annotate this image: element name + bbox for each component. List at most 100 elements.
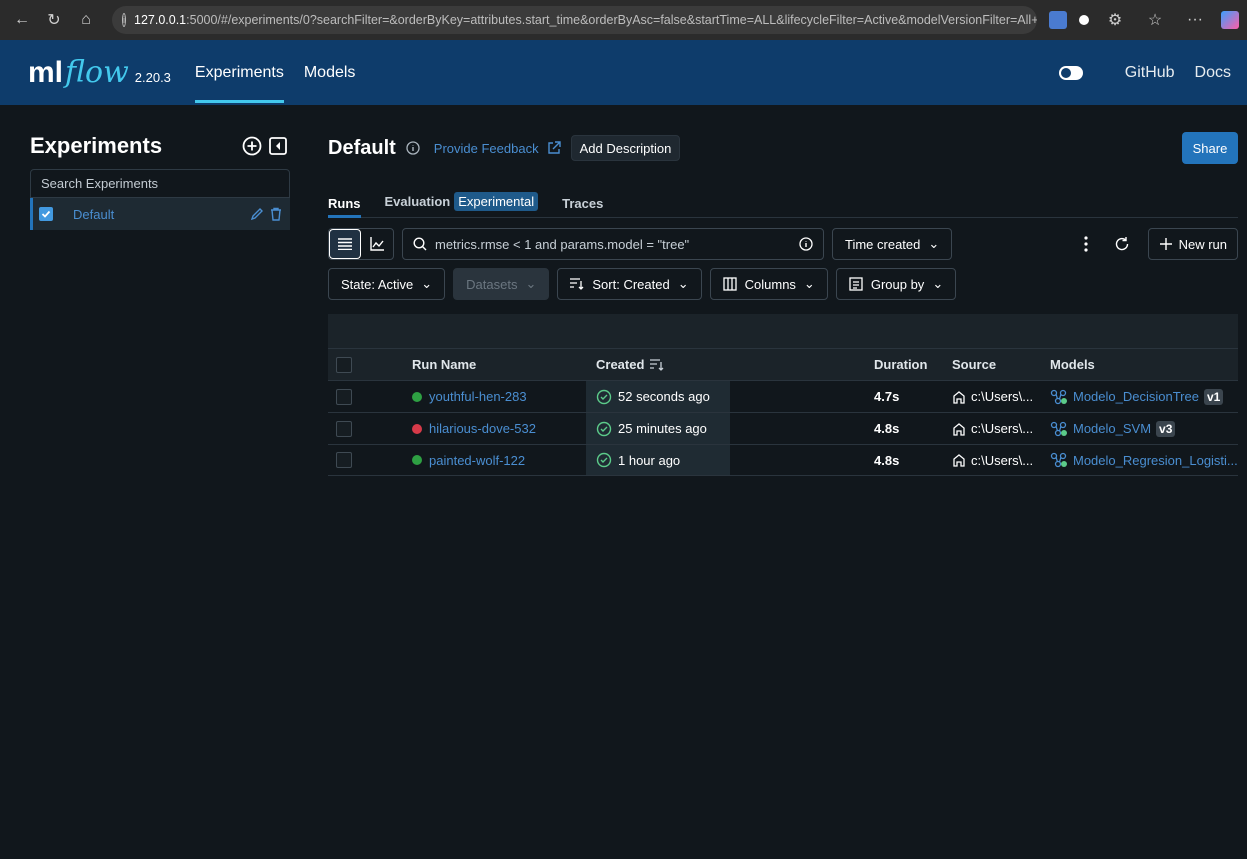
datasets-label: Datasets [466,276,518,292]
check-circle-icon [596,389,612,404]
app-header: ml flow 2.20.3 Experiments Models GitHub… [0,40,1247,105]
experiment-checkbox[interactable] [39,207,53,221]
model-version-tag[interactable]: v1 [1203,388,1224,405]
back-icon[interactable]: ← [8,6,36,34]
header-models[interactable]: Models [1050,357,1238,372]
edit-icon[interactable] [250,207,264,221]
model-link[interactable]: Modelo_Regresion_Logisti... [1073,453,1238,468]
run-name-link[interactable]: painted-wolf-122 [429,453,525,468]
reload-icon[interactable]: ↻ [40,6,68,34]
tab-traces-label: Traces [562,196,604,211]
search-experiments-input[interactable]: Search Experiments [30,169,290,198]
run-name-link[interactable]: youthful-hen-283 [429,389,527,404]
experiments-sidebar: Experiments Search Experiments Default [0,105,290,859]
nav-experiments[interactable]: Experiments [187,40,292,105]
source-home-icon [953,390,965,404]
add-description-button[interactable]: Add Description [570,135,681,161]
experiment-tabs: Runs Evaluation Experimental Traces [328,189,1238,218]
sort-label: Sort: Created [592,276,670,292]
columns-select[interactable]: Columns ⌄ [709,268,828,300]
more-options-icon[interactable] [1076,234,1096,254]
header-duration[interactable]: Duration [874,357,952,372]
version-label: 2.20.3 [134,70,171,85]
created-time: 25 minutes ago [618,421,707,436]
plus-icon [1159,238,1172,250]
select-all-checkbox[interactable] [336,356,352,373]
theme-toggle[interactable] [1058,65,1105,81]
add-experiment-icon[interactable] [242,136,262,156]
header-source[interactable]: Source [952,357,1050,372]
table-topbar [328,314,1238,348]
url-host: 127.0.0.1 [134,13,187,27]
search-runs-input[interactable]: metrics.rmse < 1 and params.model = "tre… [402,228,824,260]
model-icon [1050,389,1067,404]
datasets-filter-select[interactable]: Datasets ⌄ [453,268,550,300]
runs-table: Run Name Created Duration Source Models … [328,314,1238,476]
docs-link[interactable]: Docs [1195,64,1231,82]
search-runs-text: metrics.rmse < 1 and params.model = "tre… [435,236,690,252]
search-help-icon[interactable] [799,237,813,251]
sort-desc-icon [650,358,664,371]
model-version-tag[interactable]: v3 [1156,420,1176,437]
run-name-link[interactable]: hilarious-dove-532 [429,421,536,436]
extensions-puzzle-icon[interactable]: ⚙ [1101,6,1129,34]
site-info-icon[interactable]: i [122,13,126,27]
tab-evaluation-label: Evaluation [384,194,451,209]
nav-models[interactable]: Models [296,40,364,105]
collapse-sidebar-icon[interactable] [268,136,288,156]
mlflow-logo[interactable]: ml flow 2.20.3 [28,55,171,90]
new-run-label: New run [1178,236,1227,252]
url-path: :5000/#/experiments/0?searchFilter=&orde… [186,13,1037,27]
logo-flow-text: flow [65,55,129,90]
header-created[interactable]: Created [586,349,730,380]
table-row: hilarious-dove-532 25 minutes ago 4.8s c… [328,412,1238,444]
source-path[interactable]: c:\Users\... [971,453,1033,468]
view-mode-toggle [328,228,394,260]
home-icon[interactable]: ⌂ [72,6,100,34]
more-menu-icon[interactable]: ··· [1181,6,1209,34]
duration-value: 4.8s [874,452,900,468]
model-link[interactable]: Modelo_DecisionTree [1073,389,1199,404]
tab-runs[interactable]: Runs [328,196,361,218]
sort-select[interactable]: Sort: Created ⌄ [557,268,702,300]
created-time: 52 seconds ago [618,389,710,404]
toggle-switch[interactable] [1058,65,1083,80]
provide-feedback-link[interactable]: Provide Feedback [434,141,561,156]
info-icon[interactable] [406,141,420,155]
search-icon [413,237,427,251]
experimental-badge: Experimental [454,192,539,211]
address-bar[interactable]: i 127.0.0.1:5000/#/experiments/0?searchF… [112,6,1037,34]
source-path[interactable]: c:\Users\... [971,421,1033,436]
refresh-icon[interactable] [1112,234,1132,254]
row-checkbox[interactable] [336,452,352,468]
delete-icon[interactable] [270,207,282,221]
state-filter-select[interactable]: State: Active ⌄ [328,268,446,300]
recording-icon[interactable] [1079,15,1089,25]
logo-ml-text: ml [28,56,64,89]
github-link[interactable]: GitHub [1125,64,1175,82]
status-dot [412,391,422,402]
share-button[interactable]: Share [1182,132,1238,164]
new-run-button[interactable]: New run [1147,228,1238,260]
sort-icon [570,278,584,290]
tab-traces[interactable]: Traces [562,196,603,217]
chevron-down-icon: ⌄ [525,276,537,291]
chart-view-icon[interactable] [361,229,393,259]
table-view-icon[interactable] [329,229,361,259]
group-by-select[interactable]: Group by ⌄ [835,268,957,300]
experiment-name[interactable]: Default [73,207,250,222]
table-row: painted-wolf-122 1 hour ago 4.8s c:\User… [328,444,1238,476]
source-path[interactable]: c:\Users\... [971,389,1033,404]
row-checkbox[interactable] [336,388,352,405]
model-link[interactable]: Modelo_SVM [1073,421,1151,436]
row-checkbox[interactable] [336,420,352,437]
time-created-select[interactable]: Time created ⌄ [832,228,953,260]
duration-value: 4.8s [874,421,900,436]
header-run-name[interactable]: Run Name [374,357,586,372]
experiment-item-default[interactable]: Default [30,198,290,230]
copilot-icon[interactable] [1221,11,1239,29]
extension-icon[interactable] [1049,11,1067,29]
tab-evaluation[interactable]: Evaluation Experimental [385,192,539,217]
state-filter-label: State: Active [341,276,414,292]
favorites-icon[interactable]: ☆ [1141,6,1169,34]
